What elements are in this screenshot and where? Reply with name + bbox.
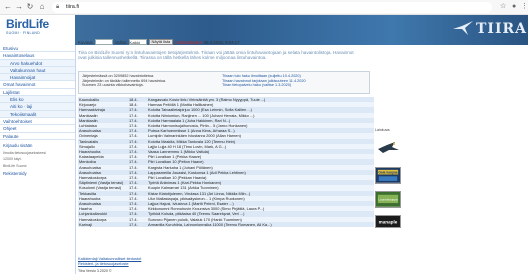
lock-icon: 🔒︎	[56, 4, 60, 10]
info-links: Tiiraan tulo haku ilmoittaan (suljettu 1…	[222, 74, 362, 88]
ad-banner-3[interactable]: manaple	[375, 214, 401, 228]
sidebar-item[interactable]: Palaute	[0, 133, 75, 140]
bird-photo-icon[interactable]	[375, 132, 401, 160]
sidebar-item[interactable]: Arvo hakuehdot	[0, 59, 75, 67]
menu-icon[interactable]: ⋮	[521, 2, 528, 12]
sidebar-item[interactable]: Havainnoijat	[0, 74, 75, 82]
ad3-text: manaple	[379, 219, 398, 224]
search-input-from[interactable]	[94, 39, 113, 45]
home-icon[interactable]: ⌂	[37, 2, 47, 12]
place-cell: Kosulomi (Vastja terrasi)	[78, 185, 128, 191]
sidebar-item[interactable]: Ohjeet	[0, 125, 75, 133]
sidebar-item[interactable]: Lajilistat	[0, 89, 75, 97]
date-cell: 17.4.	[128, 221, 147, 228]
observation-cell[interactable]: Armantila Kuruhiiria, Lahnonlonnsika 110…	[147, 221, 374, 228]
ad2-text: Luontokauppa	[378, 197, 398, 201]
sidebar-item[interactable]: Vaihtoehtoiset	[0, 118, 75, 126]
intro-text: Tiira on BirdLife Suomi ry:n lintuhavain…	[78, 50, 354, 61]
back-icon[interactable]: ←	[3, 2, 13, 12]
sidebar-item[interactable]: Tekoiismaalit	[0, 110, 75, 118]
ad1-text: Gaia kaapaa	[378, 171, 397, 175]
footer-link[interactable]: Rekisteri- ja tietosuojaseloste	[78, 261, 141, 267]
info-stat-line: Suomen 23 uusinta viikkohavaintoja.	[82, 83, 144, 88]
map-view-link[interactable]: Karttanäkymä	[175, 40, 202, 45]
table-row[interactable]: Karinaji 17.4. Armantila Kuruhiiria, Lahno…	[78, 221, 374, 228]
footer-links: Kaikkienlaji Valtakunnalliset tiedostot R…	[78, 256, 141, 267]
ads-column: Lainkuva: Gaia kaapaa Luontokauppa manap…	[375, 128, 401, 233]
current-date: 28.4.2020, 9:04:17	[203, 39, 240, 45]
logo-title: BirdLife	[6, 17, 49, 31]
main-content: Kuvaus Valitut Kaikki Näytä lista Kartta…	[78, 36, 528, 274]
tiira-brand: TIIRA	[476, 21, 528, 37]
forward-icon[interactable]: →	[14, 2, 24, 12]
sidebar-item[interactable]: Aiti ko · laji	[0, 103, 75, 111]
logo-subtitle: SUOMI · FINLAND	[6, 31, 41, 35]
sidebar-item[interactable]: Valtakunnan haut	[0, 66, 75, 75]
info-box: Järjestelmässä on 3209852 havaintotietoa…	[78, 71, 370, 94]
sidebar-item[interactable]: Havaintoselaus	[0, 52, 75, 60]
search-label-from: Kuvaus	[78, 39, 93, 45]
stats-text-2: BirdLife Suomi	[3, 164, 27, 169]
url-text: tiira.fi	[66, 4, 80, 10]
reload-icon[interactable]: ↻	[25, 2, 35, 12]
search-select[interactable]: Kaikki	[128, 39, 147, 45]
ad-banner-1[interactable]: Gaia kaapaa	[375, 167, 401, 184]
tern-bird-icon	[453, 21, 473, 35]
info-link[interactable]: Tiiran tietopalvelu haku (valitse 1.3.20…	[222, 83, 362, 88]
sidebar: Etusivu Havaintoselaus Arvo hakuehdot Valta…	[0, 45, 76, 274]
sidebar-item[interactable]: Elis ko	[0, 96, 75, 104]
search-label-to: Valitut	[114, 39, 127, 45]
login-link[interactable]: Kirjaudu sisään	[0, 143, 75, 149]
profile-icon[interactable]: ●	[512, 2, 516, 12]
sidebar-item[interactable]: Etusivu	[0, 45, 75, 53]
place-cell: Karinaji	[78, 221, 128, 228]
birdlife-logo[interactable]: BirdLife SUOMI · FINLAND	[6, 18, 50, 42]
stats-text: 12000 käyt.	[3, 157, 22, 162]
info-stats: Järjestelmässä on 3209852 havaintotietoa…	[82, 74, 202, 88]
star-icon[interactable]: ☆	[500, 2, 506, 12]
register-link[interactable]: Rekisteröidy	[0, 171, 75, 177]
sidebar-item[interactable]: Omat havainnot	[0, 81, 75, 89]
login-note: Ilmoita tietosuojaselosteesi	[3, 150, 46, 155]
version-text: Tiira Versio 3.2020 ©	[78, 269, 112, 273]
address-bar[interactable]: 🔒︎ tiira.fi	[52, 2, 492, 13]
browser-toolbar: ← → ↻ ⌂ 🔒︎ tiira.fi ☆ ● ⋮	[0, 0, 528, 15]
ad-banner-2[interactable]: Luontokauppa	[375, 190, 401, 208]
show-list-button[interactable]: Näytä lista	[148, 39, 174, 45]
observations-table: Kaunokallio 18.4. Kangasvalo Kosio·lintu V…	[78, 97, 374, 228]
search-bar: Kuvaus Valitut Kaikki Näytä lista Kartta…	[78, 38, 240, 46]
